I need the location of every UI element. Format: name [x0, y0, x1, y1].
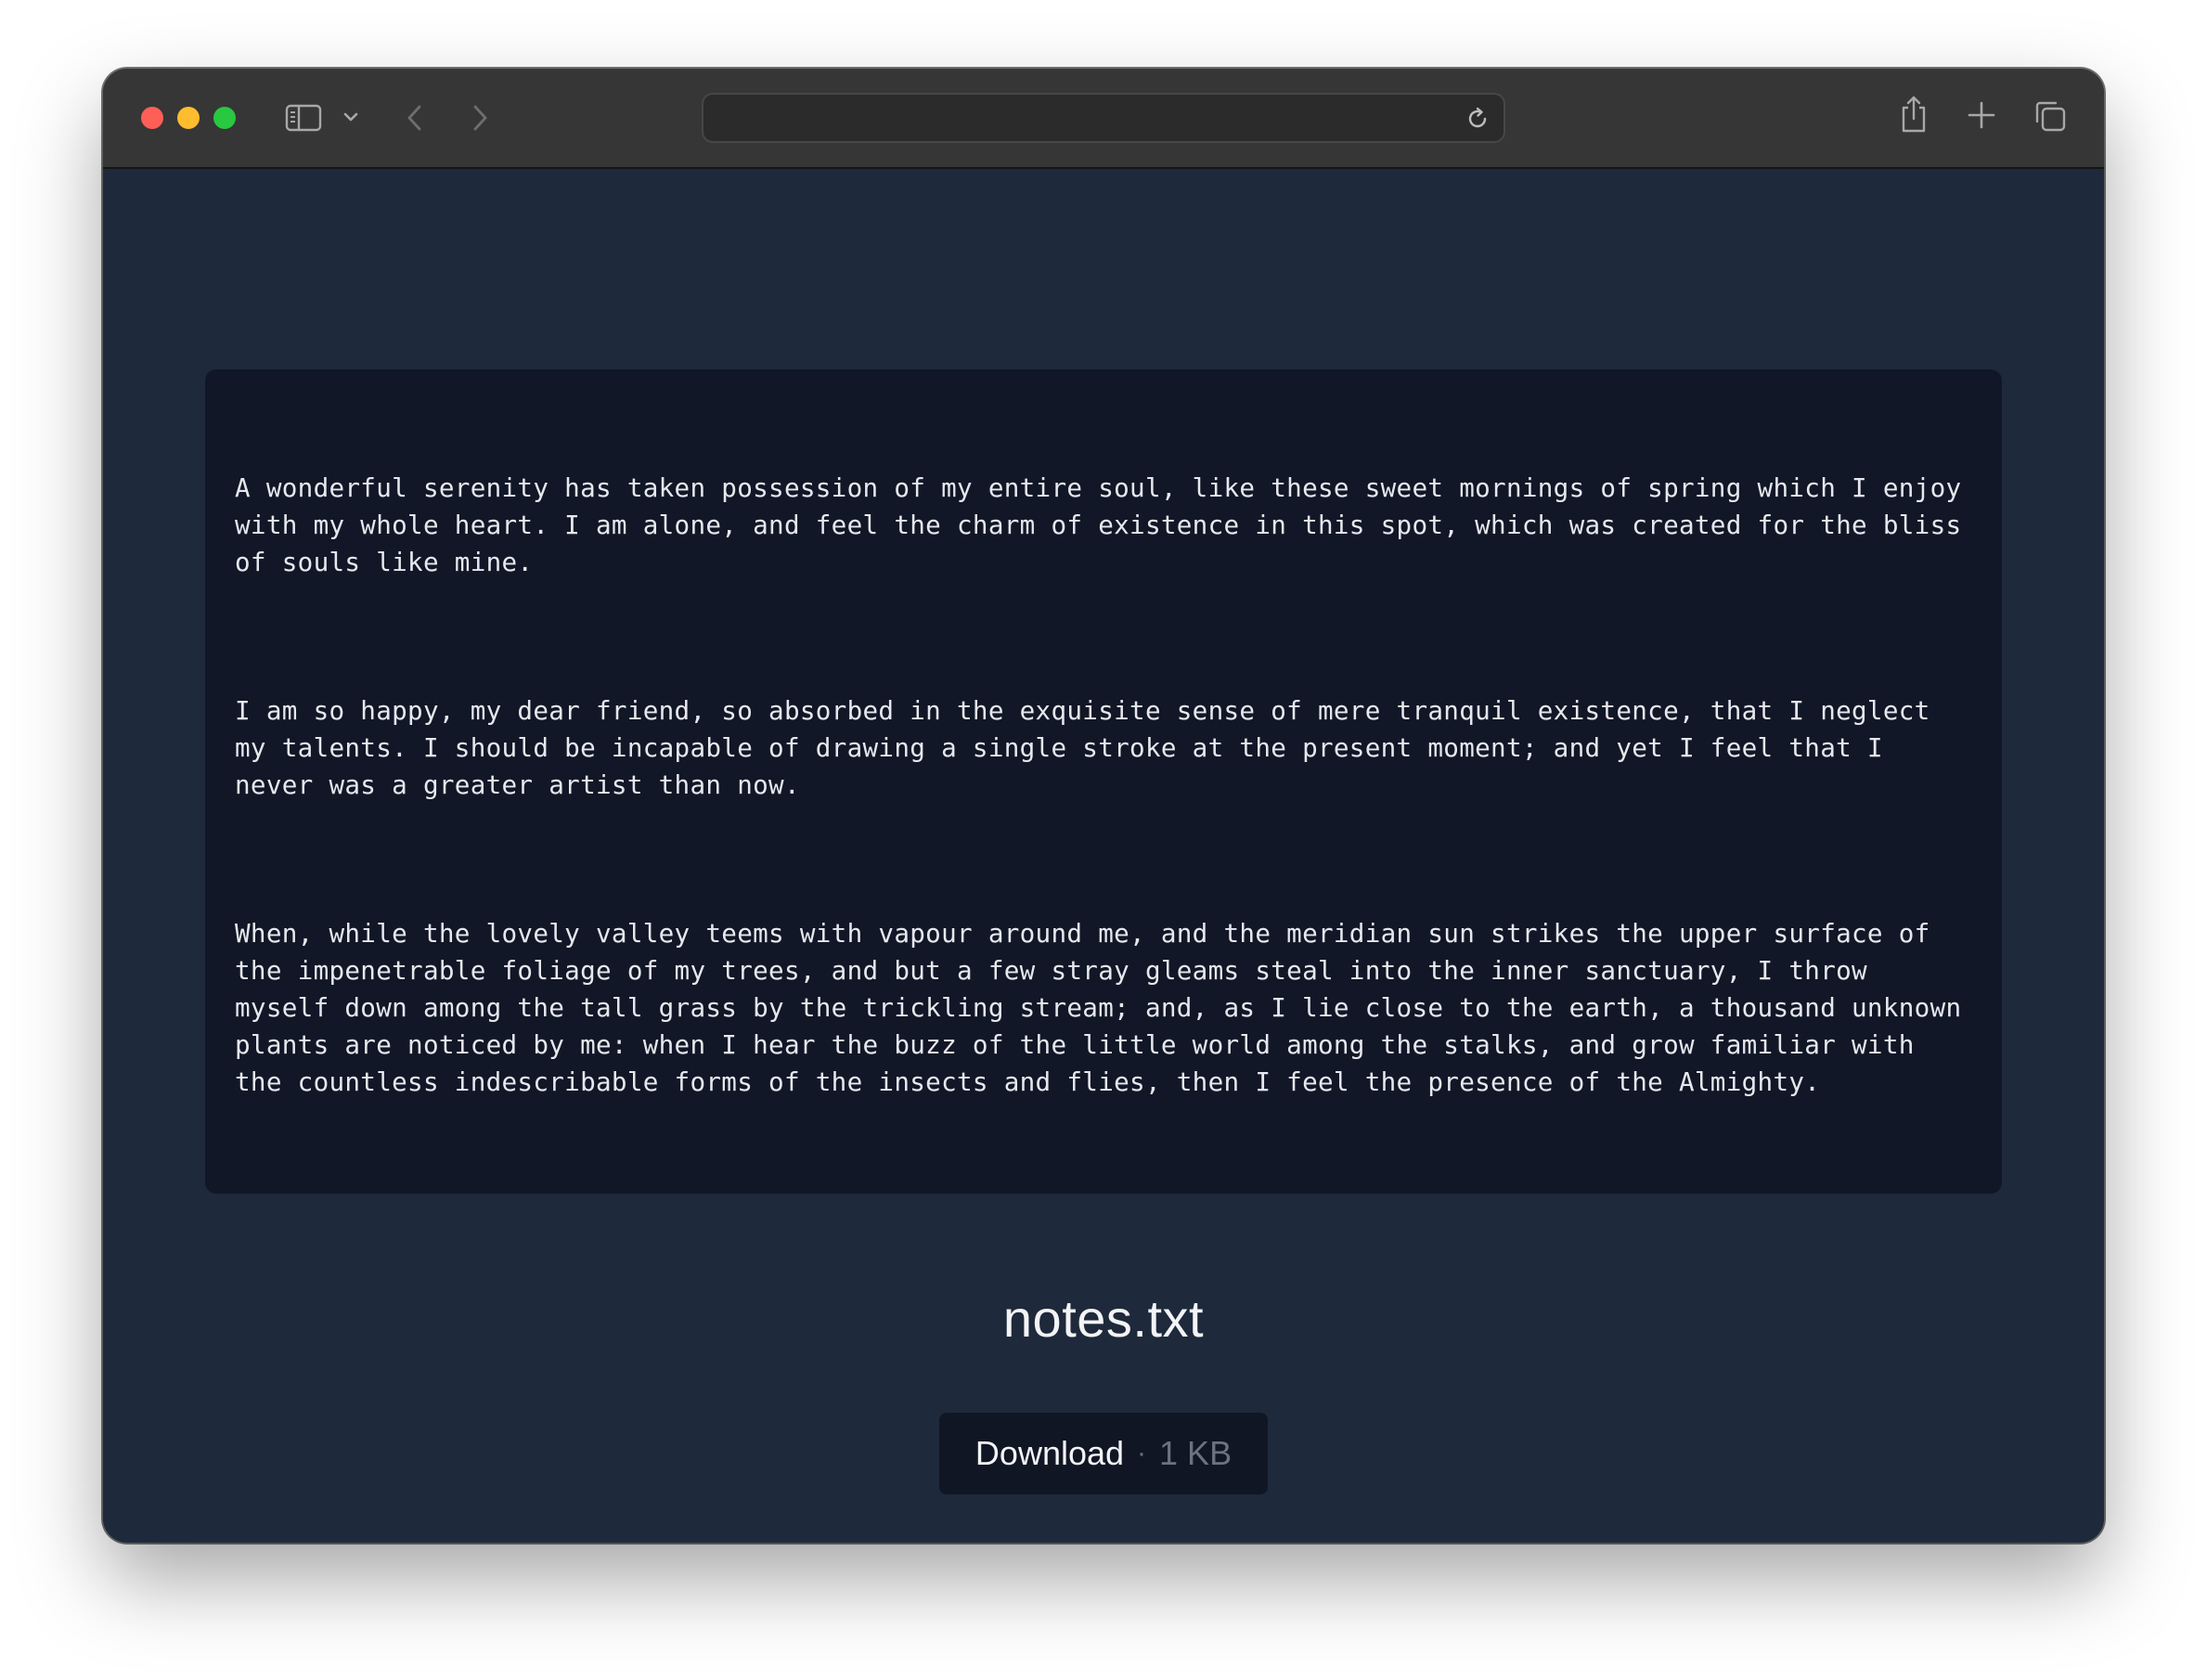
- share-icon[interactable]: [1898, 95, 1930, 134]
- forward-arrow-icon[interactable]: [471, 104, 489, 132]
- paragraph: A wonderful serenity has taken possessio…: [235, 472, 1978, 577]
- page-content: A wonderful serenity has taken possessio…: [103, 169, 2104, 1543]
- file-name: notes.txt: [1002, 1289, 1205, 1348]
- browser-toolbar: [103, 69, 2104, 169]
- back-arrow-icon[interactable]: [406, 104, 424, 132]
- paragraph: I am so happy, my dear friend, so absorb…: [235, 695, 1946, 800]
- reload-icon[interactable]: [1465, 106, 1491, 136]
- file-text: A wonderful serenity has taken possessio…: [235, 395, 1972, 1212]
- separator-dot: ·: [1137, 1438, 1147, 1468]
- sidebar-icon[interactable]: [285, 104, 322, 132]
- chevron-down-icon[interactable]: [343, 111, 358, 123]
- browser-window: A wonderful serenity has taken possessio…: [103, 69, 2104, 1543]
- paragraph: When, while the lovely valley teems with…: [235, 918, 1978, 1097]
- download-label: Download: [974, 1434, 1125, 1472]
- download-button[interactable]: Download · 1 KB: [939, 1413, 1268, 1494]
- address-bar[interactable]: [702, 93, 1505, 143]
- file-size: 1 KB: [1159, 1434, 1233, 1472]
- zoom-window-button[interactable]: [213, 107, 236, 129]
- minimize-window-button[interactable]: [177, 107, 200, 129]
- file-preview-panel: A wonderful serenity has taken possessio…: [205, 369, 2002, 1194]
- plus-icon[interactable]: [1967, 100, 1996, 130]
- tab-overview-icon[interactable]: [2033, 99, 2067, 133]
- close-window-button[interactable]: [141, 107, 163, 129]
